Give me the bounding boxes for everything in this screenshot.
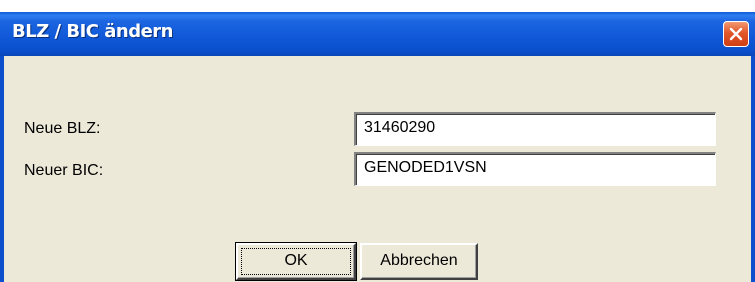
close-icon [729,27,743,41]
window-frame-right [751,56,755,282]
bic-input[interactable]: GENODED1VSN [354,152,716,186]
blz-input[interactable]: 31460290 [354,112,716,146]
clipped-background-text-strip [0,0,755,12]
bic-label: Neuer BIC: [24,162,104,179]
titlebar[interactable]: BLZ / BIC ändern [0,12,755,56]
dialog-title: BLZ / BIC ändern [12,21,174,42]
close-button[interactable] [723,21,749,47]
ok-button[interactable]: OK [235,242,357,281]
cancel-button[interactable]: Abbrechen [360,243,478,280]
window-frame-left [0,56,4,282]
blz-label: Neue BLZ: [24,120,101,137]
cancel-button-label: Abbrechen [380,252,458,269]
focus-rectangle [241,248,351,275]
dialog-window: BLZ / BIC ändern Neue BLZ: 31460290 Neue… [0,12,755,282]
